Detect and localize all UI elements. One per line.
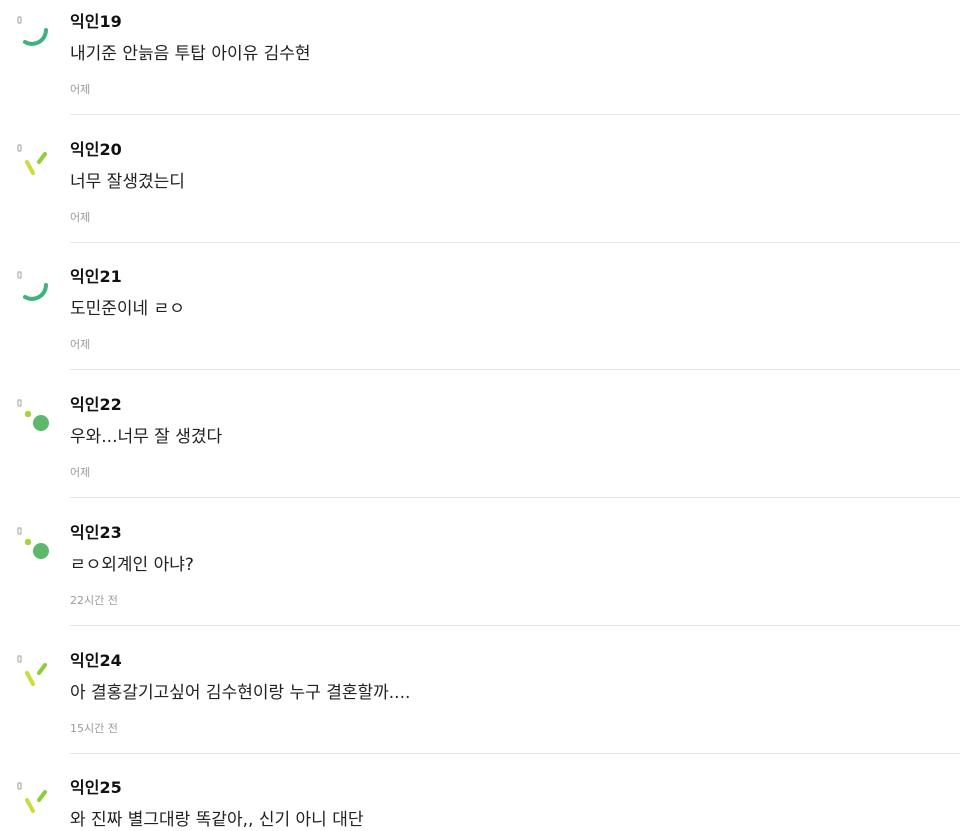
comment-author[interactable]: 익인21 bbox=[70, 267, 122, 287]
comment-text: 우와...너무 잘 생겼다 bbox=[70, 427, 223, 447]
comment-author[interactable]: 익인20 bbox=[70, 140, 122, 160]
comment-item: 익인20 너무 잘생겼는디 어제 bbox=[0, 128, 960, 256]
divider bbox=[70, 114, 960, 115]
comment-item: 익인21 도민준이네 ㄹㅇ 어제 bbox=[0, 255, 960, 383]
divider bbox=[70, 242, 960, 243]
comment-item: 익인25 와 진짜 별그대랑 똑같아,, 신기 아니 대단 bbox=[0, 766, 960, 830]
comment-text: 도민준이네 ㄹㅇ bbox=[70, 299, 185, 319]
divider bbox=[70, 369, 960, 370]
comment-list: 익인19 내기준 안늙음 투탑 아이유 김수현 어제 익인20 너무 잘생겼는디… bbox=[0, 0, 960, 830]
comment-text: 아 결홍갈기고싶어 김수현이랑 누구 결혼할까.... bbox=[70, 683, 411, 703]
comment-time: 어제 bbox=[70, 338, 91, 351]
dots-icon[interactable] bbox=[16, 395, 56, 435]
comment-text: 너무 잘생겼는디 bbox=[70, 172, 185, 192]
comment-text: 와 진짜 별그대랑 똑같아,, 신기 아니 대단 bbox=[70, 810, 364, 830]
comment-time: 어제 bbox=[70, 83, 91, 96]
comment-author[interactable]: 익인25 bbox=[70, 778, 122, 798]
comment-text: ㄹㅇ외계인 아냐? bbox=[70, 555, 194, 575]
dots-icon[interactable] bbox=[16, 523, 56, 563]
divider bbox=[70, 497, 960, 498]
divider bbox=[70, 625, 960, 626]
sprout-icon[interactable] bbox=[16, 140, 56, 180]
comment-author[interactable]: 익인22 bbox=[70, 395, 122, 415]
comment-text: 내기준 안늙음 투탑 아이유 김수현 bbox=[70, 44, 311, 64]
comment-author[interactable]: 익인23 bbox=[70, 523, 122, 543]
comment-item: 익인22 우와...너무 잘 생겼다 어제 bbox=[0, 383, 960, 511]
comment-time: 22시간 전 bbox=[70, 594, 118, 607]
sprout-icon[interactable] bbox=[16, 651, 56, 691]
arc-icon[interactable] bbox=[16, 12, 56, 52]
comment-time: 어제 bbox=[70, 211, 91, 224]
sprout-icon[interactable] bbox=[16, 778, 56, 818]
comment-author[interactable]: 익인19 bbox=[70, 12, 122, 32]
comment-item: 익인24 아 결홍갈기고싶어 김수현이랑 누구 결혼할까.... 15시간 전 bbox=[0, 639, 960, 767]
comment-item: 익인19 내기준 안늙음 투탑 아이유 김수현 어제 bbox=[0, 0, 960, 128]
comment-item: 익인23 ㄹㅇ외계인 아냐? 22시간 전 bbox=[0, 511, 960, 639]
comment-time: 15시간 전 bbox=[70, 722, 118, 735]
arc-icon[interactable] bbox=[16, 267, 56, 307]
divider bbox=[70, 753, 960, 754]
comment-time: 어제 bbox=[70, 466, 91, 479]
comment-author[interactable]: 익인24 bbox=[70, 651, 122, 671]
